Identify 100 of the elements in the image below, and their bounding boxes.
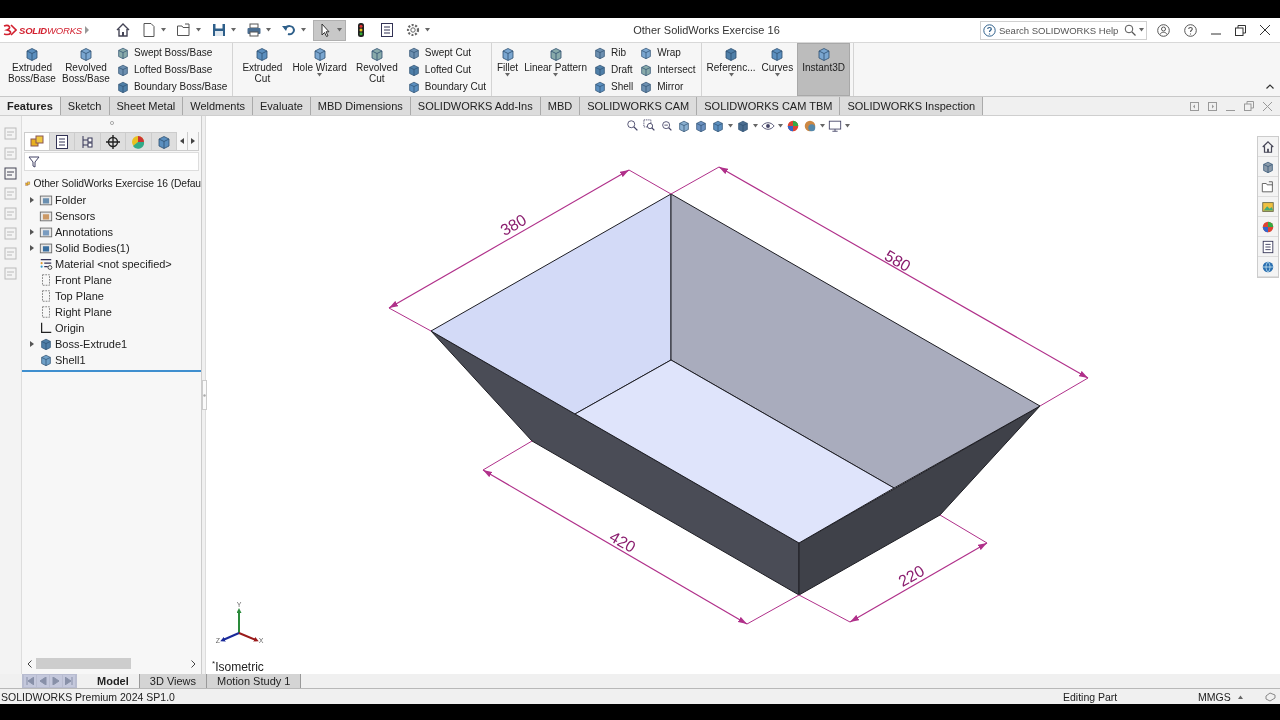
- ribbon-button[interactable]: Extruded Boss/Base: [6, 43, 58, 96]
- chevron-up-icon[interactable]: [1266, 84, 1274, 89]
- dimension-value[interactable]: 420: [606, 527, 639, 556]
- tree-item[interactable]: Right Plane: [55, 304, 112, 320]
- folder-icon[interactable]: [1261, 179, 1275, 194]
- command-tab[interactable]: SOLIDWORKS Inspection: [840, 97, 984, 115]
- magnifier-icon[interactable]: [643, 119, 657, 133]
- ribbon-button[interactable]: Extruded Cut: [236, 43, 289, 96]
- ribbon-button[interactable]: Boundary Boss/Base: [116, 79, 228, 94]
- tree-item[interactable]: Folder: [55, 192, 87, 208]
- list-icon[interactable]: [1261, 239, 1275, 254]
- unit-system[interactable]: MMGS: [1198, 690, 1238, 703]
- caret-right-icon[interactable]: [191, 138, 195, 144]
- command-tab[interactable]: Sketch: [60, 97, 110, 115]
- filter-icon[interactable]: [28, 155, 40, 168]
- panel-tab[interactable]: [49, 132, 75, 150]
- ribbon-button[interactable]: Draft: [592, 62, 634, 77]
- chevron-left-icon[interactable]: [27, 659, 32, 668]
- globe-icon[interactable]: [1261, 259, 1275, 274]
- ribbon-button[interactable]: Instant3D: [797, 43, 850, 96]
- ribbon-button[interactable]: Boundary Cut: [406, 79, 486, 94]
- cube-icon[interactable]: [677, 119, 691, 133]
- expand-arrow-icon[interactable]: [30, 341, 34, 347]
- caret-up-icon[interactable]: [1238, 694, 1243, 699]
- chevron-right-icon[interactable]: [191, 659, 196, 668]
- close-icon[interactable]: [1260, 25, 1270, 35]
- user-icon[interactable]: [1157, 23, 1170, 37]
- expand-arrow-icon[interactable]: [30, 229, 34, 235]
- cube-icon[interactable]: [1261, 159, 1275, 174]
- home-icon[interactable]: [1261, 139, 1275, 154]
- tree-item[interactable]: Shell1: [55, 352, 86, 368]
- model-tab[interactable]: 3D Views: [139, 674, 208, 688]
- ribbon-button[interactable]: Revolved Boss/Base: [60, 43, 112, 96]
- ribbon-button[interactable]: Revolved Cut: [350, 43, 403, 96]
- command-tab[interactable]: MBD Dimensions: [310, 97, 411, 115]
- tree-item[interactable]: Material <not specified>: [55, 256, 172, 272]
- ribbon-button[interactable]: Swept Cut: [406, 45, 486, 60]
- dimension-value[interactable]: 580: [881, 246, 914, 275]
- expand-arrow-icon[interactable]: [30, 197, 34, 203]
- tree-item[interactable]: Sensors: [55, 208, 96, 224]
- ribbon-button[interactable]: Lofted Cut: [406, 62, 486, 77]
- ribbon-button[interactable]: Curves: [759, 43, 796, 96]
- help-icon[interactable]: [1184, 23, 1197, 37]
- ribbon-button[interactable]: Wrap: [639, 45, 696, 60]
- tray-drawing[interactable]: [430, 193, 1041, 596]
- tree-item[interactable]: Other SolidWorks Exercise 16 (Defau: [33, 176, 201, 192]
- tree-item[interactable]: Top Plane: [55, 288, 104, 304]
- restore-icon[interactable]: [1235, 24, 1246, 36]
- tile-left-icon[interactable]: [1190, 101, 1199, 111]
- command-tab[interactable]: SOLIDWORKS CAM: [580, 97, 698, 115]
- ribbon-button[interactable]: Hole Wizard: [290, 43, 349, 96]
- caret-icon[interactable]: [845, 124, 850, 128]
- monitor-icon[interactable]: [828, 119, 842, 133]
- tree-item[interactable]: Origin: [55, 320, 85, 336]
- dimension-value[interactable]: 380: [497, 210, 530, 239]
- splitter-handle[interactable]: [202, 380, 207, 410]
- caret-icon[interactable]: [820, 124, 825, 128]
- search-icon[interactable]: [1124, 23, 1136, 36]
- ribbon-button[interactable]: Fillet: [495, 43, 521, 96]
- magnifier-icon[interactable]: [660, 119, 674, 133]
- panel-tab[interactable]: [100, 132, 126, 150]
- ribbon-button[interactable]: Rib: [592, 45, 634, 60]
- caret-icon[interactable]: [728, 124, 733, 128]
- ribbon-button[interactable]: Intersect: [639, 62, 696, 77]
- zoom-fit-icon[interactable]: [626, 119, 640, 133]
- tile-right-icon[interactable]: [1208, 101, 1217, 111]
- caret-icon[interactable]: [778, 124, 783, 128]
- command-tab[interactable]: SOLIDWORKS Add-Ins: [410, 97, 541, 115]
- dimension-line[interactable]: [798, 514, 988, 623]
- command-tab[interactable]: Weldments: [183, 97, 254, 115]
- dimension-line[interactable]: [482, 440, 800, 625]
- caret-icon[interactable]: [1139, 27, 1144, 32]
- cube-icon[interactable]: [736, 119, 750, 133]
- picture-icon[interactable]: [1261, 199, 1275, 214]
- sphere-icon[interactable]: [803, 119, 817, 133]
- command-tab[interactable]: SOLIDWORKS CAM TBM: [697, 97, 841, 115]
- expand-arrow-icon[interactable]: [30, 245, 34, 251]
- cube-icon[interactable]: [694, 119, 708, 133]
- pointer-tool[interactable]: [313, 19, 346, 41]
- command-tab[interactable]: Sheet Metal: [109, 97, 184, 115]
- dimension-value[interactable]: 220: [895, 561, 928, 590]
- scrollbar-thumb[interactable]: [36, 658, 131, 669]
- ribbon-button[interactable]: Swept Boss/Base: [116, 45, 228, 60]
- ribbon-button[interactable]: Shell: [592, 79, 634, 94]
- caret-icon[interactable]: [753, 124, 758, 128]
- command-tab[interactable]: MBD: [540, 97, 581, 115]
- command-tab[interactable]: Evaluate: [253, 97, 311, 115]
- cube-icon[interactable]: [711, 119, 725, 133]
- tree-item[interactable]: Solid Bodies(1): [55, 240, 130, 256]
- tree-item[interactable]: Boss-Extrude1: [55, 336, 128, 352]
- ribbon-button[interactable]: Lofted Boss/Base: [116, 62, 228, 77]
- model-tab[interactable]: Motion Study 1: [207, 674, 302, 688]
- tree-item[interactable]: Front Plane: [55, 272, 112, 288]
- eye-icon[interactable]: [761, 119, 775, 133]
- caret-left-icon[interactable]: [180, 138, 184, 144]
- tree-item[interactable]: Annotations: [55, 224, 114, 240]
- ribbon-button[interactable]: Referenc...: [704, 43, 758, 96]
- search-field[interactable]: Search SOLIDWORKS Help: [980, 20, 1147, 40]
- ribbon-button[interactable]: Linear Pattern: [522, 43, 589, 96]
- sphere-icon[interactable]: [786, 119, 800, 133]
